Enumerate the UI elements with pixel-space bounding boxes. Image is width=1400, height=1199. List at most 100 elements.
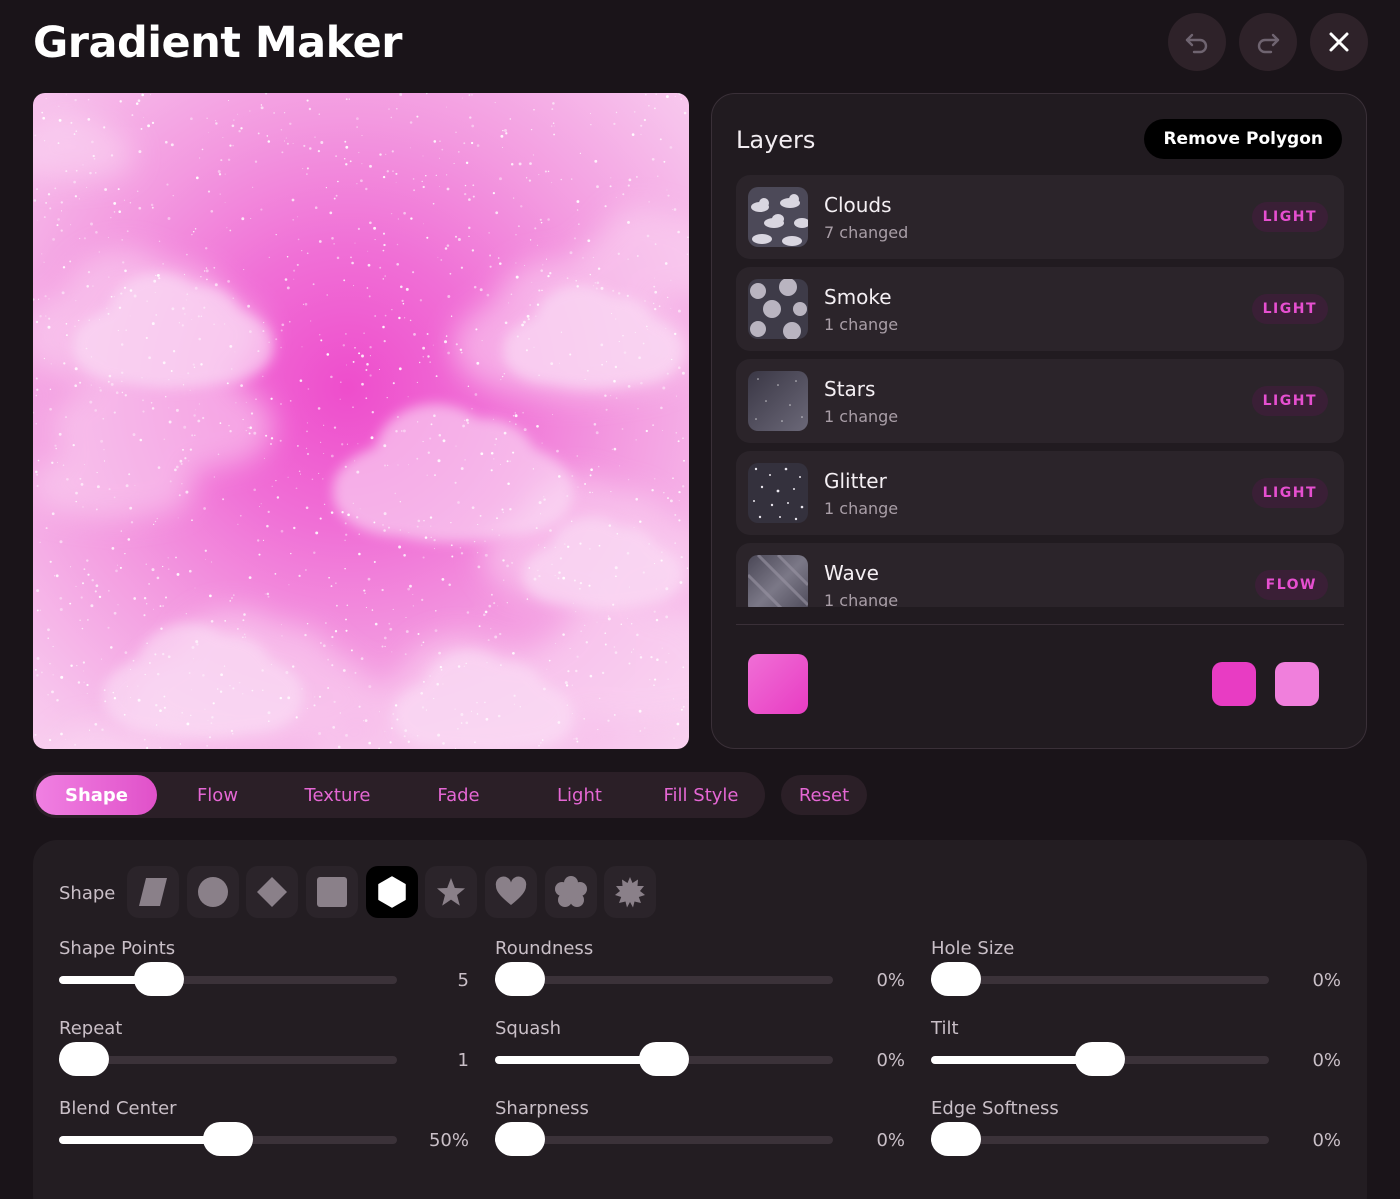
sharpness-label: Sharpness — [495, 1098, 589, 1119]
shape-square-button[interactable] — [306, 866, 358, 918]
hole-size-slider-thumb[interactable] — [931, 962, 981, 996]
shape-label: Shape — [59, 883, 116, 904]
layer-category-badge: LIGHT — [1251, 386, 1328, 416]
close-button[interactable] — [1310, 13, 1368, 71]
layer-changes: 1 change — [824, 499, 899, 518]
sharpness-slider-thumb[interactable] — [495, 1122, 545, 1156]
shape-settings-panel: Shape Shape Points 5 Roundness 0% Hole Size 0… — [33, 840, 1367, 1199]
shape-hexagon-button[interactable] — [366, 866, 418, 918]
squash-value: 0% — [876, 1050, 905, 1071]
layer-row[interactable]: Clouds 7 changed LIGHT — [736, 175, 1344, 259]
hexagon-icon — [378, 876, 406, 908]
roundness-slider-thumb[interactable] — [495, 962, 545, 996]
tilt-control: Tilt 0% — [931, 1018, 1341, 1088]
tilt-value: 0% — [1312, 1050, 1341, 1071]
redo-button[interactable] — [1239, 13, 1297, 71]
parallelogram-icon — [139, 878, 167, 906]
repeat-control: Repeat 1 — [59, 1018, 469, 1088]
blend-center-control: Blend Center 50% — [59, 1098, 469, 1168]
shape-points-label: Shape Points — [59, 938, 176, 959]
blend-center-label: Blend Center — [59, 1098, 177, 1119]
remove-polygon-button[interactable]: Remove Polygon — [1144, 119, 1342, 159]
sharpness-control: Sharpness 0% — [495, 1098, 905, 1168]
settings-tabs: Shape Flow Texture Fade Light Fill Style — [33, 772, 765, 818]
flower-icon — [555, 876, 587, 907]
sharpness-value: 0% — [876, 1130, 905, 1151]
gradient-swatch[interactable] — [748, 654, 808, 714]
edge-softness-slider-thumb[interactable] — [931, 1122, 981, 1156]
tab-fill-style[interactable]: Fill Style — [640, 775, 762, 815]
glitter-thumbnail — [748, 463, 808, 523]
layer-changes: 7 changed — [824, 223, 909, 242]
layer-category-badge: LIGHT — [1251, 202, 1328, 232]
smoke-thumbnail — [748, 279, 808, 339]
clouds-thumbnail — [748, 187, 808, 247]
layer-name: Glitter — [824, 469, 887, 493]
shape-points-slider-thumb[interactable] — [133, 962, 184, 996]
layer-name: Stars — [824, 377, 876, 401]
tilt-label: Tilt — [931, 1018, 959, 1039]
sharpness-slider[interactable] — [495, 1136, 833, 1144]
undo-button[interactable] — [1168, 13, 1226, 71]
shape-heart-button[interactable] — [485, 866, 537, 918]
layer-row[interactable]: Stars 1 change LIGHT — [736, 359, 1344, 443]
squash-control: Squash 0% — [495, 1018, 905, 1088]
shape-burst-button[interactable] — [604, 866, 656, 918]
squash-slider-thumb[interactable] — [639, 1042, 689, 1076]
shape-flower-button[interactable] — [545, 866, 597, 918]
hole-size-label: Hole Size — [931, 938, 1015, 959]
square-icon — [317, 877, 347, 907]
roundness-label: Roundness — [495, 938, 594, 959]
stars-thumbnail — [748, 371, 808, 431]
reset-button[interactable]: Reset — [781, 775, 867, 815]
repeat-label: Repeat — [59, 1018, 123, 1039]
layer-row[interactable]: Smoke 1 change LIGHT — [736, 267, 1344, 351]
app-title: Gradient Maker — [33, 18, 402, 68]
edge-softness-value: 0% — [1312, 1130, 1341, 1151]
layer-changes: 1 change — [824, 407, 899, 426]
layer-category-badge: LIGHT — [1251, 294, 1328, 324]
edge-softness-slider[interactable] — [931, 1136, 1269, 1144]
edge-softness-control: Edge Softness 0% — [931, 1098, 1341, 1168]
blend-center-slider-thumb[interactable] — [203, 1122, 253, 1156]
layers-list[interactable]: Clouds 7 changed LIGHT Smoke 1 change LI… — [736, 175, 1344, 607]
gradient-canvas[interactable] — [33, 93, 689, 749]
shape-star-button[interactable] — [425, 866, 477, 918]
close-icon — [1329, 32, 1349, 52]
repeat-slider[interactable] — [59, 1056, 397, 1064]
diamond-icon — [257, 877, 287, 907]
tab-shape[interactable]: Shape — [36, 775, 157, 815]
color-stop-swatch[interactable] — [1212, 662, 1256, 706]
layer-category-badge: LIGHT — [1251, 478, 1328, 508]
tab-light[interactable]: Light — [519, 775, 640, 815]
shape-parallelogram-button[interactable] — [127, 866, 179, 918]
shape-points-slider[interactable] — [59, 976, 397, 984]
roundness-slider[interactable] — [495, 976, 833, 984]
wave-thumbnail — [748, 555, 808, 607]
shape-circle-button[interactable] — [187, 866, 239, 918]
shape-points-value: 5 — [457, 970, 469, 991]
layer-name: Wave — [824, 561, 879, 585]
layer-changes: 1 change — [824, 591, 899, 607]
tab-fade[interactable]: Fade — [398, 775, 519, 815]
shape-diamond-button[interactable] — [246, 866, 298, 918]
layer-name: Smoke — [824, 285, 892, 309]
layer-row[interactable]: Wave 1 change FLOW — [736, 543, 1344, 607]
redo-icon — [1257, 33, 1280, 54]
circle-icon — [198, 877, 228, 907]
hole-size-slider[interactable] — [931, 976, 1269, 984]
roundness-control: Roundness 0% — [495, 938, 905, 1008]
heart-icon — [495, 876, 527, 905]
repeat-slider-thumb[interactable] — [59, 1042, 109, 1076]
layer-category-badge: FLOW — [1254, 570, 1328, 600]
undo-icon — [1185, 33, 1208, 54]
tab-flow[interactable]: Flow — [157, 775, 278, 815]
layer-row[interactable]: Glitter 1 change LIGHT — [736, 451, 1344, 535]
tab-texture[interactable]: Texture — [277, 775, 398, 815]
color-stop-swatch[interactable] — [1275, 662, 1319, 706]
layers-divider — [736, 624, 1344, 625]
star-icon — [437, 878, 465, 906]
layer-name: Clouds — [824, 193, 892, 217]
layers-title: Layers — [736, 126, 816, 154]
tilt-slider-thumb[interactable] — [1075, 1042, 1125, 1076]
